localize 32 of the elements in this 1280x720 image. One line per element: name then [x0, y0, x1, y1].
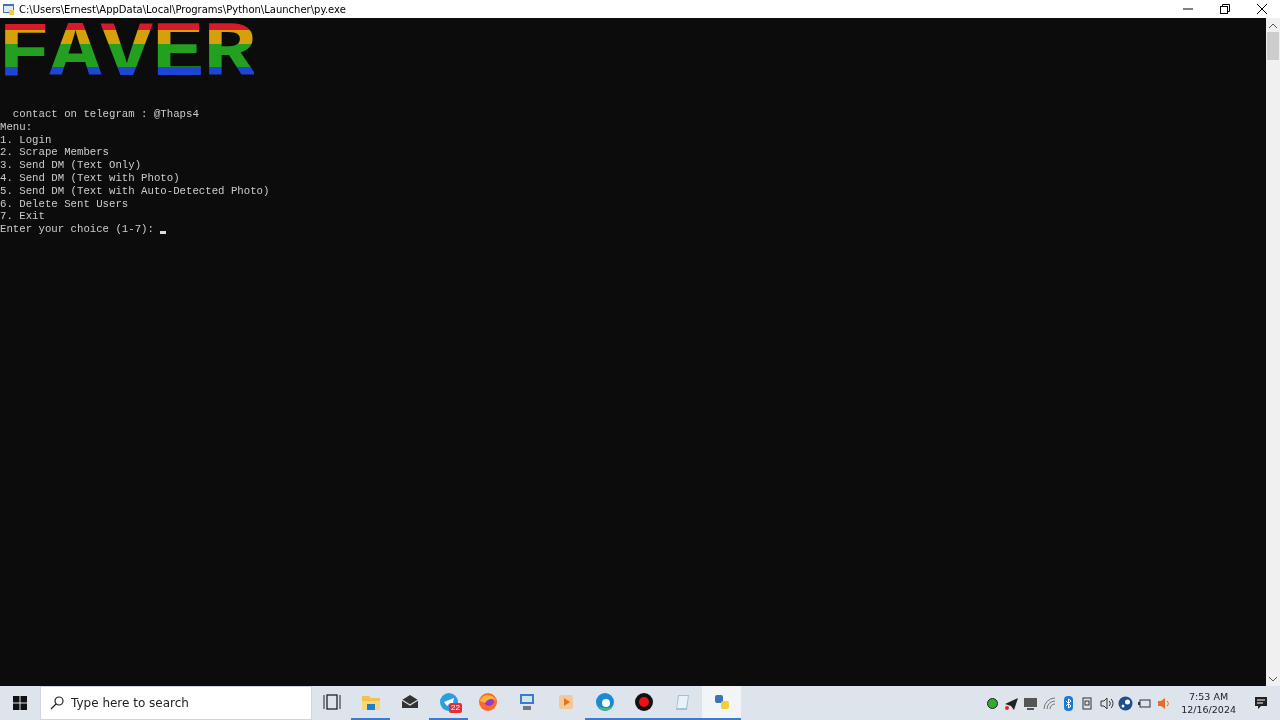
steam-icon[interactable] — [1118, 695, 1134, 711]
console-line: 4. Send DM (Text with Photo) — [0, 172, 180, 185]
console-app-icon — [3, 3, 15, 15]
wifi-icon[interactable] — [1042, 695, 1058, 711]
monitor-icon[interactable] — [1023, 695, 1039, 711]
text-cursor — [160, 230, 167, 234]
console-line: 2. Scrape Members — [0, 146, 110, 160]
close-icon — [1256, 4, 1267, 14]
restore-icon — [1219, 4, 1230, 14]
windows-start-icon[interactable] — [13, 696, 27, 710]
console-line: contact on telegram : @Thaps4 — [11, 108, 199, 121]
clock-time: 7:53 AM — [1189, 690, 1229, 703]
console-line: Menu: — [0, 120, 33, 134]
taskbar-app-button[interactable]: 22 — [429, 686, 468, 720]
scrollbar-thumb[interactable] — [1267, 32, 1279, 60]
paper-plane-icon[interactable] — [1004, 695, 1020, 711]
clock-date: 12/16/2024 — [1181, 703, 1236, 716]
record-icon — [633, 692, 654, 712]
console-line: 3. Send DM (Text Only) — [0, 159, 142, 172]
console-line: 5. Send DM (Text with Auto-Detected Photo) — [0, 184, 270, 198]
taskbar-clock[interactable]: 7:53 AM 12/16/2024 — [1175, 690, 1242, 716]
console-line: 1. Login — [0, 133, 52, 147]
status-dot-icon[interactable] — [985, 695, 1001, 711]
notification-badge: 22 — [449, 703, 462, 713]
window-title: C:\Users\Ernest\AppData\Local\Programs\Python\Launcher\py.exe — [19, 3, 347, 15]
task-view-icon — [321, 692, 342, 712]
console-line: 7. Exit — [0, 210, 45, 224]
input-prompt: Enter your choice (1-7): — [0, 223, 155, 236]
console-line: 6. Delete Sent Users — [0, 197, 129, 211]
search-field[interactable]: Type here to search — [40, 686, 312, 720]
speaker-icon[interactable] — [1099, 695, 1115, 711]
notification-icon[interactable] — [1254, 696, 1268, 710]
